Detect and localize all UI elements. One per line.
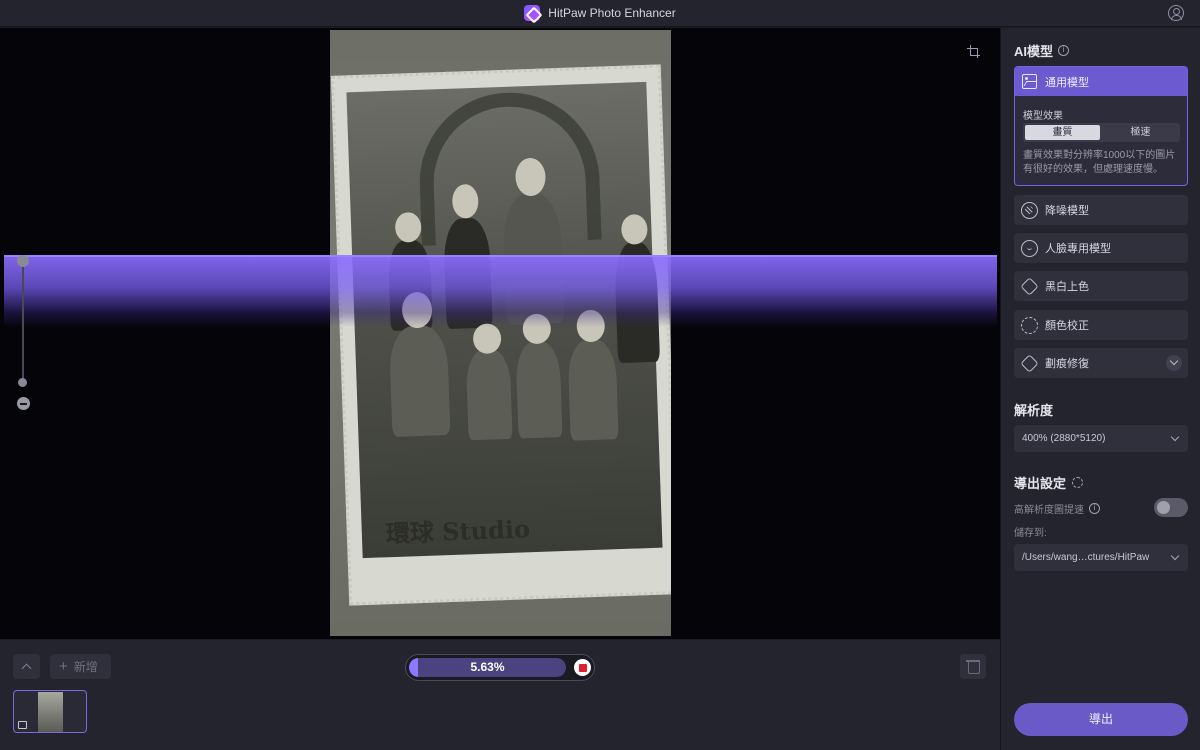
general-model-header[interactable]: 通用模型 xyxy=(1015,67,1187,96)
colorize-model-button[interactable]: 黑白上色 xyxy=(1014,271,1188,301)
crop-icon[interactable] xyxy=(967,45,980,58)
scratch-repair-icon xyxy=(1020,353,1039,373)
image-icon xyxy=(18,721,27,729)
export-button[interactable]: 導出 xyxy=(1014,703,1188,736)
bottom-bar: + 新增 5.63% xyxy=(0,640,1000,750)
chevron-down-icon xyxy=(1170,432,1180,442)
ai-model-section-title: AI模型 xyxy=(1014,41,1070,60)
scratch-repair-model-button[interactable]: 劃痕修復 xyxy=(1014,348,1188,378)
export-settings-title: 導出設定 xyxy=(1014,476,1067,491)
resolution-select[interactable]: 400% (2880*5120) xyxy=(1014,425,1188,452)
settings-panel: AI模型 通用模型 模型效果 畫質 極速 畫質效果對分辨率1000以下的圖片有很… xyxy=(1000,28,1200,750)
save-to-label: 儲存到: xyxy=(1014,528,1047,539)
processing-scan-band xyxy=(4,255,997,327)
colorize-model-label: 黑白上色 xyxy=(1045,281,1089,293)
child-figure xyxy=(465,348,513,441)
denoise-model-button[interactable]: 降噪模型 xyxy=(1014,195,1188,225)
delete-button[interactable] xyxy=(960,654,986,679)
color-correction-icon xyxy=(1021,316,1038,334)
zoom-slider-top-handle[interactable] xyxy=(17,255,29,267)
child-head xyxy=(472,323,502,355)
title-bar: HitPaw Photo Enhancer xyxy=(0,0,1200,27)
window-title: HitPaw Photo Enhancer xyxy=(548,6,676,20)
photo-frame: 環球 Studio xyxy=(330,64,671,606)
face-icon xyxy=(1021,239,1038,257)
add-image-label: 新增 xyxy=(73,660,98,674)
save-path-select[interactable]: /Users/wang…ctures/HitPaw xyxy=(1014,544,1188,571)
color-correction-model-label: 顏色校正 xyxy=(1045,320,1089,332)
denoise-icon xyxy=(1021,201,1038,219)
zoom-slider-handle[interactable] xyxy=(18,378,27,387)
app-logo-icon xyxy=(524,5,541,21)
hires-accel-toggle[interactable] xyxy=(1154,498,1188,517)
zoom-slider-track[interactable] xyxy=(22,258,24,383)
model-effect-label: 模型效果 xyxy=(1023,111,1063,122)
ai-model-title: AI模型 xyxy=(1014,44,1054,59)
chevron-down-icon xyxy=(1170,551,1180,561)
user-account-icon[interactable] xyxy=(1168,5,1184,21)
info-icon[interactable] xyxy=(1089,503,1100,514)
model-effect-description: 畫質效果對分辨率1000以下的圖片有很好的效果，但處理速度慢。 xyxy=(1023,150,1176,175)
preview-canvas: 環球 Studio xyxy=(0,28,1000,639)
colorize-icon xyxy=(1020,276,1039,296)
progress-percent: 5.63% xyxy=(470,660,505,674)
hires-accel-row: 高解析度圖提速 xyxy=(1014,501,1100,516)
general-model-label: 通用模型 xyxy=(1045,76,1089,89)
image-thumbnail[interactable] xyxy=(13,690,87,733)
model-effect-toggle: 畫質 極速 xyxy=(1023,123,1180,142)
child-figure xyxy=(567,339,619,441)
collapse-thumbnails-button[interactable] xyxy=(13,654,40,679)
resolution-title: 解析度 xyxy=(1014,403,1054,418)
resolution-section-title: 解析度 xyxy=(1014,400,1053,419)
effect-speed-option[interactable]: 極速 xyxy=(1103,125,1178,140)
plus-icon: + xyxy=(59,658,68,675)
general-model-card[interactable]: 通用模型 模型效果 畫質 極速 畫質效果對分辨率1000以下的圖片有很好的效果，… xyxy=(1014,66,1188,186)
child-figure xyxy=(515,341,563,439)
child-figure xyxy=(388,325,451,437)
photo-preview: 環球 Studio xyxy=(330,30,671,636)
face-model-label: 人臉專用模型 xyxy=(1045,243,1111,255)
scratch-repair-model-label: 劃痕修復 xyxy=(1045,358,1089,370)
export-settings-section-title: 導出設定 xyxy=(1014,473,1084,492)
child-head xyxy=(620,213,648,245)
processing-progress: 5.63% xyxy=(405,654,595,681)
image-icon xyxy=(1022,74,1037,89)
effect-quality-option[interactable]: 畫質 xyxy=(1025,125,1100,140)
hires-accel-label: 高解析度圖提速 xyxy=(1014,505,1084,516)
download-icon[interactable] xyxy=(1166,355,1182,371)
gear-icon[interactable] xyxy=(1072,477,1084,488)
resolution-value: 400% (2880*5120) xyxy=(1022,433,1106,444)
progress-bar: 5.63% xyxy=(409,658,566,677)
stop-processing-button[interactable] xyxy=(574,659,591,676)
info-icon[interactable] xyxy=(1058,45,1070,56)
color-correction-model-button[interactable]: 顏色校正 xyxy=(1014,310,1188,340)
add-image-button[interactable]: + 新增 xyxy=(50,654,111,679)
save-path-value: /Users/wang…ctures/HitPaw xyxy=(1022,552,1150,563)
thumbnail-photo xyxy=(38,692,63,732)
face-model-button[interactable]: 人臉專用模型 xyxy=(1014,233,1188,263)
zoom-out-icon[interactable] xyxy=(17,397,30,410)
child-head xyxy=(394,211,422,243)
studio-watermark: 環球 Studio xyxy=(385,514,531,549)
denoise-model-label: 降噪模型 xyxy=(1045,205,1089,217)
